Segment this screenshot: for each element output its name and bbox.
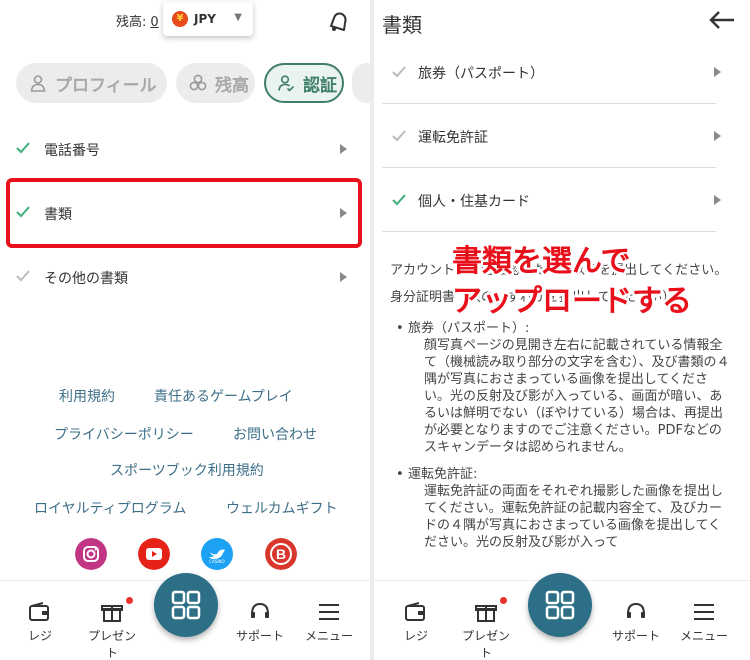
chevron-right-icon — [340, 144, 347, 154]
tab-profile[interactable]: プロフィール — [16, 63, 167, 103]
wallet-icon — [405, 602, 425, 621]
document-item-id-card[interactable]: 個人・住基カード — [382, 168, 721, 232]
balance-value[interactable]: 0 — [150, 15, 158, 30]
annotation-line-2: アップロードする — [452, 284, 692, 319]
annotation-line-1: 書類を選んで — [452, 244, 631, 279]
tab-verification[interactable]: 認証 — [264, 63, 344, 103]
list-item-phone[interactable]: 電話番号 — [0, 130, 370, 170]
nav-support[interactable]: サポート — [612, 601, 660, 644]
document-item-passport[interactable]: 旅券（パスポート） — [382, 40, 721, 104]
currency-label: JPY — [194, 12, 216, 26]
balance-display: 残高: 0 — [116, 11, 159, 30]
chevron-right-icon — [714, 67, 721, 77]
page-title: 書類 — [382, 13, 422, 37]
check-icon — [16, 142, 30, 154]
games-fab[interactable] — [528, 573, 592, 637]
account-panel: 残高: 0 ¥ JPY ▼ プロフィール 残高 認証 電話番号 書類 その他の書… — [0, 0, 370, 660]
nav-menu-label: メニュー — [305, 629, 354, 643]
instruction-passport: 旅券（パスポート）: 顔写真ページの見開き左右に記載されている情報全て（機械読み… — [396, 320, 730, 456]
check-icon — [392, 130, 406, 142]
svg-text:B: B — [276, 546, 286, 562]
link-sportsbook-terms[interactable]: スポーツブック利用規約 — [110, 460, 264, 480]
hamburger-icon — [694, 604, 714, 620]
documents-panel: 書類 旅券（パスポート） 運転免許証 個人・住基カード アカウント所有者確認のた… — [374, 0, 750, 660]
grid-icon — [545, 590, 575, 620]
bottom-nav: レジ プレゼント サポート メニュー — [374, 573, 750, 660]
youtube-icon[interactable] — [138, 538, 170, 570]
instruction-passport-text: 顔写真ページの見開き左右に記載されている情報全て（機械読み取り部分の文字を含む）… — [424, 338, 730, 455]
check-icon — [16, 270, 30, 282]
nav-gift[interactable]: プレゼント — [460, 597, 512, 660]
nav-menu[interactable]: メニュー — [305, 601, 353, 644]
link-welcome-gift[interactable]: ウェルカムギフト — [226, 498, 338, 518]
nav-deposit-label: レジ — [404, 629, 429, 643]
check-icon — [392, 194, 406, 206]
bottom-nav: レジ プレゼント サポート メニュー — [0, 573, 370, 660]
annotation-callout: 書類を選んで アップロードする — [452, 242, 692, 322]
gift-icon — [101, 605, 123, 622]
nav-deposit[interactable]: レジ — [404, 601, 428, 644]
document-item-label: 旅券（パスポート） — [418, 66, 544, 82]
instruction-passport-title: 旅券（パスポート）: — [408, 321, 530, 336]
tab-balance-label: 残高 — [215, 75, 249, 96]
highlight-box — [6, 178, 362, 248]
currency-select[interactable]: ¥ JPY ▼ — [163, 2, 253, 36]
instruction-license-text: 運転免許証の両面をそれぞれ撮影した画像を提出してください。運転免許証の記載内容全… — [424, 484, 724, 550]
person-icon — [30, 75, 46, 92]
nav-deposit-label: レジ — [28, 629, 53, 643]
document-item-label: 個人・住基カード — [418, 194, 530, 210]
document-item-label: 運転免許証 — [418, 130, 488, 146]
caret-down-icon: ▼ — [234, 12, 242, 23]
list-item-other-documents[interactable]: その他の書類 — [0, 258, 370, 298]
nav-gift[interactable]: プレゼント — [86, 597, 138, 660]
link-contact[interactable]: お問い合わせ — [233, 424, 317, 444]
instruction-license-title: 運転免許証: — [408, 467, 478, 482]
link-responsible-gaming[interactable]: 責任あるゲームプレイ — [154, 386, 293, 406]
blog-icon[interactable]: B — [265, 538, 297, 570]
yen-icon: ¥ — [172, 11, 188, 27]
nav-support[interactable]: サポート — [236, 601, 284, 644]
tab-balance[interactable]: 残高 — [176, 63, 255, 103]
tab-verification-label: 認証 — [303, 75, 337, 96]
link-privacy-policy[interactable]: プライバシーポリシー — [54, 424, 194, 444]
games-fab[interactable] — [154, 573, 218, 637]
nav-support-label: サポート — [236, 629, 285, 643]
notification-dot — [126, 597, 133, 604]
nav-menu-label: メニュー — [680, 629, 729, 643]
user-check-icon — [278, 75, 295, 92]
nav-gift-label: プレゼント — [87, 629, 136, 660]
twitter-icon-caption: CASINO — [209, 559, 225, 564]
chevron-right-icon — [714, 131, 721, 141]
gift-icon — [475, 605, 497, 622]
tab-profile-label: プロフィール — [55, 75, 157, 96]
check-icon — [392, 66, 406, 78]
link-terms[interactable]: 利用規約 — [59, 386, 115, 406]
notification-dot — [500, 597, 507, 604]
headset-icon — [251, 602, 269, 618]
balance-label: 残高: — [116, 15, 147, 30]
chevron-right-icon — [714, 195, 721, 205]
nav-deposit[interactable]: レジ — [28, 601, 52, 644]
tab-overflow[interactable] — [352, 63, 370, 103]
nav-gift-label: プレゼント — [461, 629, 510, 660]
nav-support-label: サポート — [612, 629, 661, 643]
chevron-right-icon — [340, 272, 347, 282]
wallet-icon — [29, 602, 49, 621]
grid-icon — [171, 590, 201, 620]
hamburger-icon — [319, 604, 339, 620]
twitter-icon[interactable]: CASINO — [201, 538, 233, 570]
headset-icon — [627, 602, 645, 618]
link-loyalty-program[interactable]: ロイヤルティプログラム — [34, 498, 186, 518]
instagram-icon[interactable] — [75, 538, 107, 570]
list-item-label: その他の書類 — [44, 271, 128, 287]
nav-menu[interactable]: メニュー — [680, 601, 728, 644]
document-item-license[interactable]: 運転免許証 — [382, 104, 721, 168]
instruction-license: 運転免許証: 運転免許証の両面をそれぞれ撮影した画像を提出してください。運転免許… — [396, 466, 730, 551]
bell-icon[interactable] — [325, 8, 351, 34]
coins-icon — [189, 74, 207, 91]
back-arrow-icon[interactable] — [708, 9, 736, 31]
list-item-label: 電話番号 — [44, 143, 100, 159]
bird-icon — [209, 549, 225, 559]
